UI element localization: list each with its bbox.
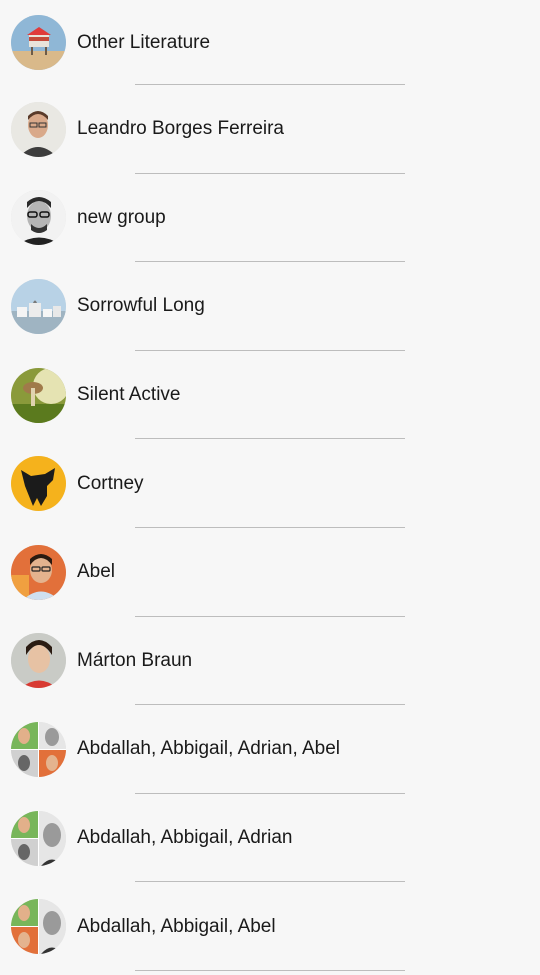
contact-row[interactable]: Abdallah, Abbigail, Abel xyxy=(0,882,540,971)
contact-name: new group xyxy=(77,206,166,228)
avatar-group-collage xyxy=(11,810,66,866)
contact-name: Silent Active xyxy=(77,384,181,406)
contact-name: Abdallah, Abbigail, Adrian xyxy=(77,827,293,849)
avatar-group-collage xyxy=(11,899,66,955)
avatar-mushroom xyxy=(11,367,66,423)
contact-name: Sorrowful Long xyxy=(77,295,205,317)
contact-row[interactable]: Sorrowful Long xyxy=(0,262,540,351)
contact-name: Other Literature xyxy=(77,31,211,53)
contact-row[interactable]: Abel xyxy=(0,528,540,617)
avatar-lifeguard-tower xyxy=(11,15,66,70)
contact-name: Abdallah, Abbigail, Abel xyxy=(77,915,276,937)
contact-list: Other Literature Leandro Borges Ferreira xyxy=(0,0,540,971)
contact-row[interactable]: Abdallah, Abbigail, Adrian, Abel xyxy=(0,705,540,794)
avatar-town xyxy=(11,278,66,334)
contact-row[interactable]: Cortney xyxy=(0,439,540,528)
contact-row[interactable]: Silent Active xyxy=(0,351,540,440)
divider xyxy=(135,969,405,971)
contact-name: Márton Braun xyxy=(77,649,193,671)
avatar-group-collage xyxy=(11,721,66,777)
avatar-person-glasses xyxy=(11,190,66,246)
contact-row[interactable]: Leandro Borges Ferreira xyxy=(0,85,540,174)
contact-row[interactable]: Other Literature xyxy=(0,0,540,85)
contact-name: Cortney xyxy=(77,472,144,494)
contact-row[interactable]: new group xyxy=(0,174,540,263)
contact-row[interactable]: Abdallah, Abbigail, Adrian xyxy=(0,794,540,883)
contact-name: Abel xyxy=(77,561,116,583)
contact-name: Leandro Borges Ferreira xyxy=(77,118,284,140)
avatar-dog-silhouette xyxy=(11,456,66,512)
contact-name: Abdallah, Abbigail, Adrian, Abel xyxy=(77,738,341,760)
avatar-person xyxy=(11,544,66,600)
avatar-person xyxy=(11,101,66,157)
avatar-person xyxy=(11,633,66,689)
contact-row[interactable]: Márton Braun xyxy=(0,617,540,706)
